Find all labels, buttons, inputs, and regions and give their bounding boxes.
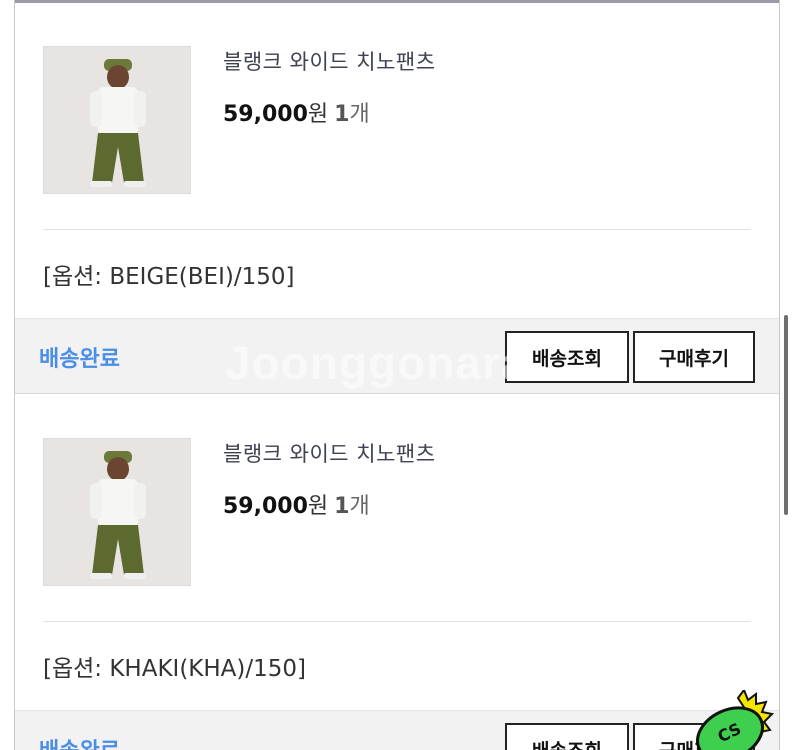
price: 59,000 (223, 494, 308, 519)
product-thumbnail[interactable] (43, 438, 191, 586)
scrollbar[interactable] (784, 315, 788, 515)
divider (43, 621, 751, 622)
product-name[interactable]: 블랭크 와이드 치노팬츠 (223, 438, 436, 468)
product-option: [옵션: KHAKI(KHA)/150] (43, 656, 307, 682)
product-row[interactable]: 블랭크 와이드 치노팬츠 59,000원 1개 (15, 0, 779, 228)
currency-unit: 원 (307, 494, 329, 519)
product-thumbnail[interactable] (43, 46, 191, 194)
track-delivery-button[interactable]: 배송조회 (505, 331, 629, 383)
quantity: 1 (334, 494, 350, 519)
write-review-button[interactable]: 구매후기 (633, 331, 755, 383)
price-line: 59,000원 1개 (223, 96, 370, 128)
order-status-bar: 배송완료 배송조회 구매후기 (15, 710, 779, 750)
product-row[interactable]: 블랭크 와이드 치노팬츠 59,000원 1개 (15, 396, 779, 624)
price-line: 59,000원 1개 (223, 488, 370, 520)
price: 59,000 (223, 102, 308, 127)
product-name[interactable]: 블랭크 와이드 치노팬츠 (223, 46, 436, 76)
currency-unit: 원 (307, 102, 329, 127)
quantity-unit: 개 (349, 102, 370, 127)
order-list: 블랭크 와이드 치노팬츠 59,000원 1개 [옵션: BEIGE(BEI)/1… (14, 0, 780, 750)
order-status-bar: 배송완료 배송조회 구매후기 (15, 318, 779, 394)
quantity: 1 (334, 102, 350, 127)
cs-badge-icon[interactable]: CS (690, 687, 780, 750)
delivery-status: 배송완료 (39, 347, 120, 372)
track-delivery-button[interactable]: 배송조회 (505, 723, 629, 750)
quantity-unit: 개 (349, 494, 370, 519)
divider (43, 229, 751, 230)
product-option: [옵션: BEIGE(BEI)/150] (43, 264, 295, 290)
delivery-status: 배송완료 (39, 733, 120, 750)
